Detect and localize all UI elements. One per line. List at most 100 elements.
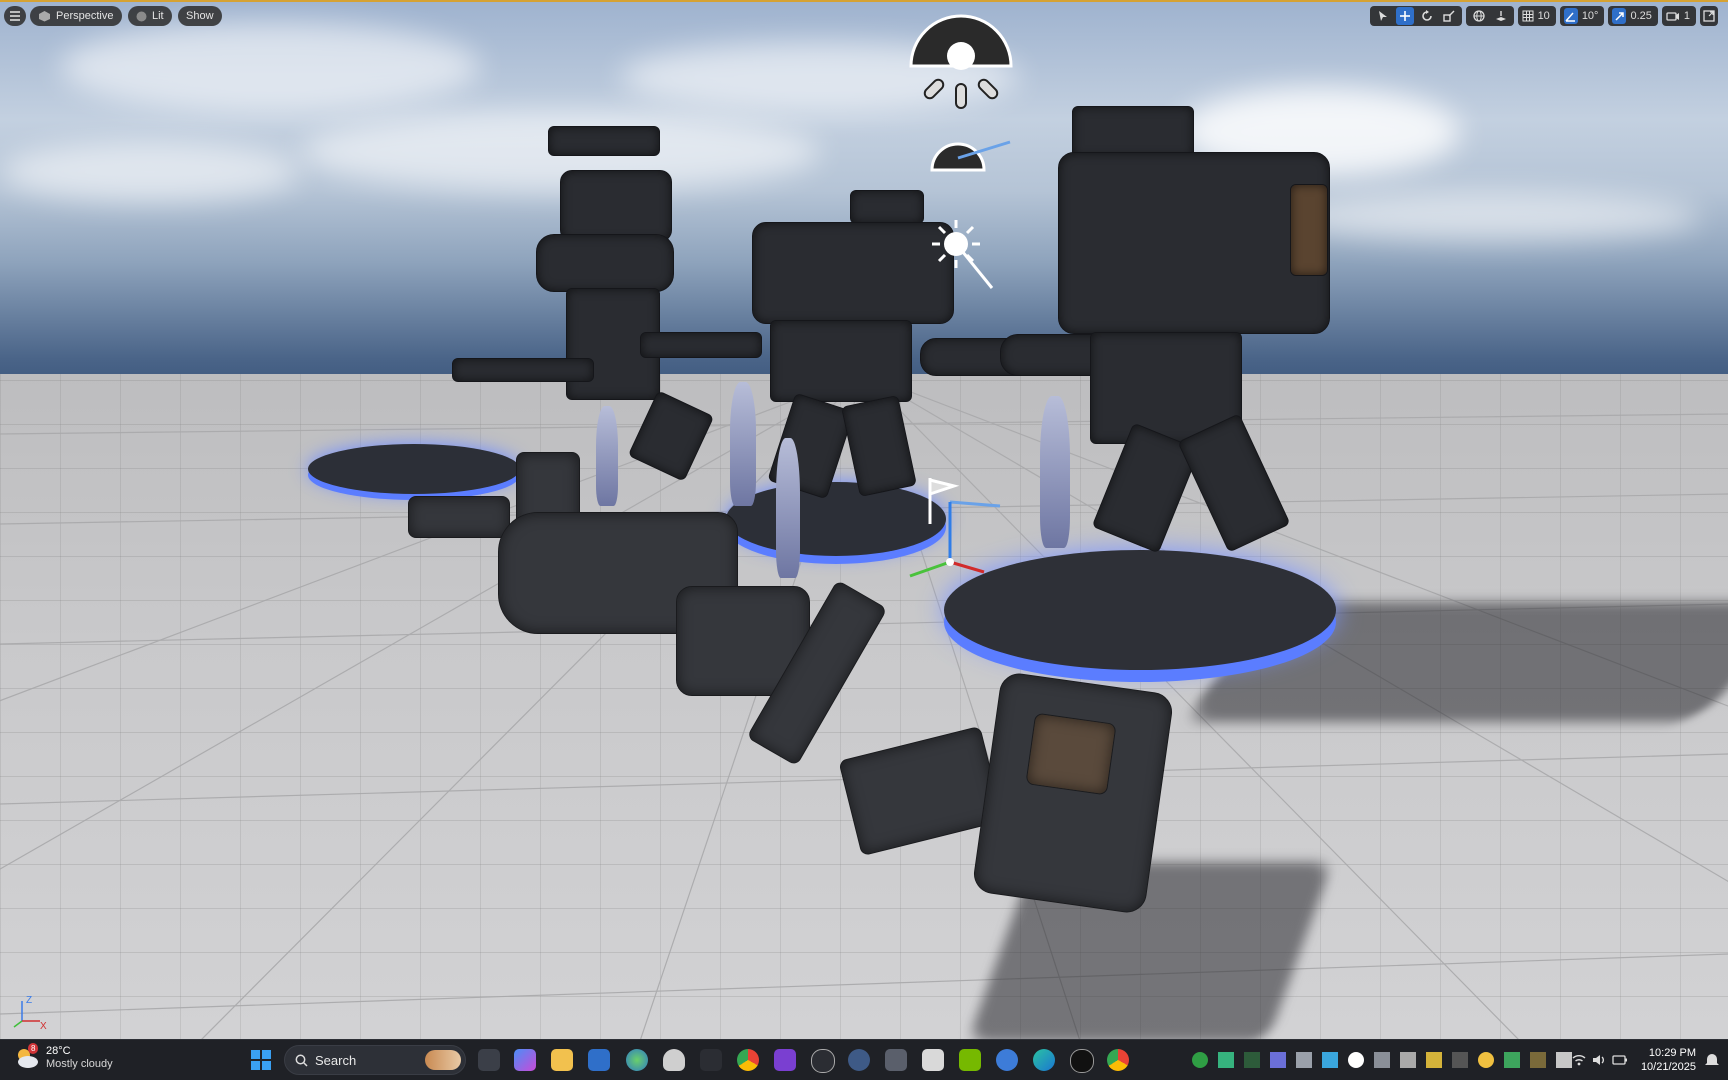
mannequin[interactable]	[596, 406, 618, 506]
unreal-engine-icon[interactable]	[1070, 1049, 1094, 1073]
directional-light-icon[interactable]	[928, 216, 998, 292]
surface-snap-icon	[1495, 11, 1506, 21]
weather-widget[interactable]: 8 28°C Mostly cloudy	[14, 1043, 113, 1071]
mannequin[interactable]	[1040, 396, 1070, 548]
tray-app-icon[interactable]	[1556, 1052, 1572, 1068]
viewport-menu-button[interactable]	[4, 6, 26, 26]
windows-start-icon[interactable]	[250, 1049, 272, 1071]
search-label: Search	[315, 1052, 357, 1068]
clock-time: 10:29 PM	[1648, 1047, 1696, 1059]
sky-light-icon[interactable]	[908, 8, 1014, 112]
tray-app-icon[interactable]	[1400, 1052, 1416, 1068]
scale-mode-button[interactable]	[1440, 7, 1458, 25]
windows-taskbar: 8 28°C Mostly cloudy Search 10:29 PM 10/…	[0, 1039, 1728, 1080]
rotation-snap-value: 10°	[1581, 10, 1599, 22]
task-view-icon[interactable]	[478, 1049, 500, 1071]
coordinate-space-group	[1465, 6, 1514, 26]
prop-cabinet[interactable]	[971, 670, 1175, 916]
clock-date: 10/21/2025	[1640, 1061, 1696, 1073]
cube-icon	[39, 11, 50, 22]
usb-app-icon[interactable]	[885, 1049, 907, 1071]
translate-mode-button[interactable]	[1395, 7, 1414, 25]
tray-app-icon[interactable]	[1504, 1052, 1520, 1068]
rotation-snap-toggle[interactable]	[1563, 8, 1578, 24]
tray-app-icon[interactable]	[1478, 1052, 1494, 1068]
viewport-transform-toolbar: 10 10° 0.25 1	[1369, 5, 1718, 27]
scale-snap-group[interactable]: 0.25	[1608, 6, 1658, 26]
search-highlight-image	[425, 1050, 461, 1070]
weather-icon-wrap: 8	[14, 1043, 40, 1071]
scale-arrow-icon	[1615, 11, 1624, 21]
tray-app-icon[interactable]	[1270, 1052, 1286, 1068]
cloud	[60, 22, 480, 112]
xbox-icon[interactable]	[1192, 1052, 1208, 1068]
angle-icon	[1565, 12, 1576, 22]
lit-button[interactable]: Lit	[128, 6, 172, 26]
hamburger-icon	[10, 11, 20, 21]
surface-snapping-button[interactable]	[1492, 7, 1510, 25]
steam-icon[interactable]	[848, 1049, 870, 1071]
volume-icon[interactable]	[1592, 1053, 1606, 1067]
tray-app-icon[interactable]	[1530, 1052, 1546, 1068]
file-explorer-icon[interactable]	[551, 1049, 573, 1071]
rotation-snap-group[interactable]: 10°	[1559, 6, 1605, 26]
sky-atmosphere-icon[interactable]	[930, 128, 1012, 174]
weather-condition: Mostly cloudy	[46, 1058, 113, 1070]
cloud	[0, 142, 300, 202]
mannequin[interactable]	[730, 382, 756, 506]
shield-app-icon[interactable]	[700, 1049, 722, 1071]
grid-snap-value: 10	[1537, 10, 1550, 22]
edge-icon[interactable]	[1033, 1049, 1055, 1071]
tray-app-icon[interactable]	[1426, 1052, 1442, 1068]
select-mode-button[interactable]	[1374, 7, 1392, 25]
prop-gun[interactable]	[408, 496, 510, 538]
microsoft-store-icon[interactable]	[588, 1049, 610, 1071]
transform-mode-group	[1369, 6, 1462, 26]
google-icon[interactable]	[1348, 1052, 1364, 1068]
tray-app-icon[interactable]	[1452, 1052, 1468, 1068]
alienware-icon[interactable]	[663, 1049, 685, 1071]
taskbar-search-box[interactable]: Search	[284, 1045, 466, 1075]
wifi-icon[interactable]	[1572, 1053, 1586, 1067]
tray-app-icon[interactable]	[1244, 1052, 1260, 1068]
nvidia-icon[interactable]	[959, 1049, 981, 1071]
maximize-icon	[1703, 10, 1715, 22]
search-icon	[295, 1054, 308, 1067]
chrome-icon[interactable]	[737, 1049, 759, 1071]
show-label: Show	[186, 10, 214, 22]
world-space-button[interactable]	[1470, 7, 1488, 25]
lit-label: Lit	[152, 10, 164, 22]
obs-icon[interactable]	[811, 1049, 835, 1073]
calculator-app-icon[interactable]	[922, 1049, 944, 1071]
platform-left[interactable]	[308, 444, 520, 494]
tray-app-icon[interactable]	[1322, 1052, 1338, 1068]
rotate-icon	[1421, 10, 1432, 21]
copilot-icon[interactable]	[514, 1049, 536, 1071]
maximize-viewport-button[interactable]	[1700, 6, 1718, 26]
camera-speed-group[interactable]: 1	[1661, 6, 1696, 26]
scale-icon	[1442, 10, 1455, 22]
mannequin[interactable]	[776, 438, 800, 578]
tray-app-icon[interactable]	[1218, 1052, 1234, 1068]
show-button[interactable]: Show	[178, 6, 222, 26]
grid-snap-group[interactable]: 10	[1517, 6, 1556, 26]
scale-snap-value: 0.25	[1630, 10, 1652, 22]
prop-cabinet-panel	[1025, 712, 1117, 796]
camera-speed-value: 1	[1683, 10, 1690, 22]
globe-app-icon[interactable]	[996, 1049, 1018, 1071]
axis-x-label: X	[40, 1021, 47, 1031]
perspective-button[interactable]: Perspective	[30, 6, 122, 26]
scale-snap-toggle[interactable]	[1612, 8, 1627, 24]
purple-app-icon[interactable]	[774, 1049, 796, 1071]
rotate-mode-button[interactable]	[1418, 7, 1436, 25]
system-clock[interactable]: 10:29 PM 10/21/2025	[1641, 1046, 1696, 1074]
notification-bell-icon[interactable]	[1704, 1053, 1720, 1067]
chrome-profile-icon[interactable]	[1107, 1049, 1129, 1071]
battery-icon[interactable]	[1612, 1053, 1628, 1067]
sphere-icon	[136, 11, 147, 21]
tray-app-icon[interactable]	[1296, 1052, 1312, 1068]
browser-globe-icon[interactable]	[626, 1049, 648, 1071]
level-viewport[interactable]: Perspective Lit Show 10 10° 0.25 1 Z X	[0, 0, 1728, 1039]
transform-gizmo[interactable]	[904, 472, 1004, 582]
tray-app-icon[interactable]	[1374, 1052, 1390, 1068]
